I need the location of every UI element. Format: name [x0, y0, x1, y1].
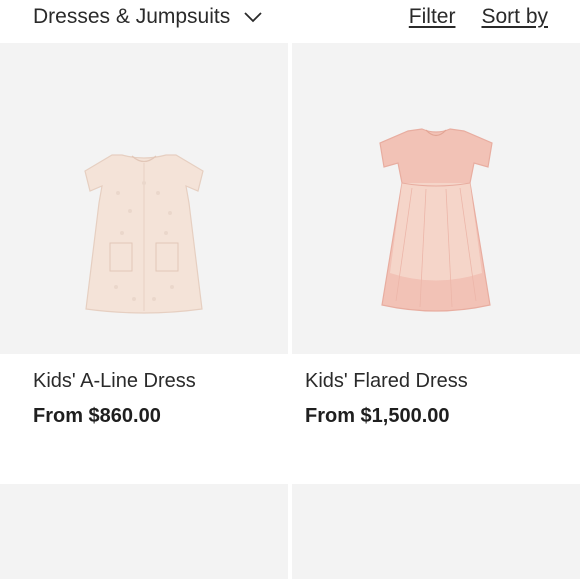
product-card-a-line-dress[interactable]: Kids' A-Line Dress From $860.00 [33, 370, 196, 428]
product-image-placeholder[interactable] [292, 484, 580, 579]
category-dropdown[interactable]: Dresses & Jumpsuits [33, 5, 262, 29]
product-image-placeholder[interactable] [0, 484, 288, 579]
product-name[interactable]: Kids' Flared Dress [305, 370, 468, 393]
product-image-a-line-dress[interactable] [0, 43, 288, 354]
a-line-dress-image [84, 154, 204, 314]
product-price: From $860.00 [33, 405, 161, 427]
product-listing-page: Dresses & Jumpsuits Filter Sort by Kids'… [0, 0, 580, 579]
product-price: From $1,500.00 [305, 405, 450, 427]
product-image-flared-dress[interactable] [292, 43, 580, 354]
flared-dress-image [379, 128, 493, 312]
filter-bar: Dresses & Jumpsuits Filter Sort by [0, 0, 580, 42]
product-name[interactable]: Kids' A-Line Dress [33, 370, 196, 393]
product-card-flared-dress[interactable]: Kids' Flared Dress From $1,500.00 [305, 370, 468, 428]
filter-link[interactable]: Filter [409, 5, 456, 29]
category-label: Dresses & Jumpsuits [33, 5, 231, 28]
chevron-down-icon [244, 12, 262, 23]
sort-by-link[interactable]: Sort by [481, 5, 548, 29]
